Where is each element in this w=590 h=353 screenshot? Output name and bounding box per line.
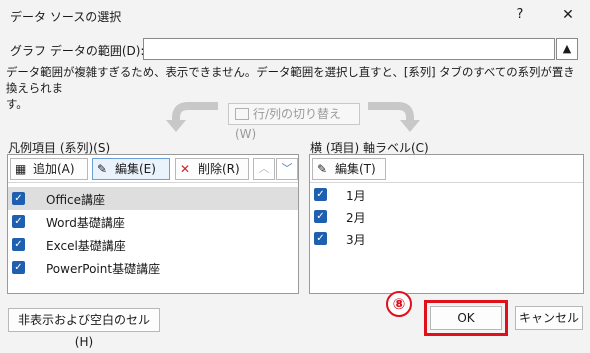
chevron-down-icon: ﹀ [281, 162, 293, 175]
series-toolbar: ▦ 追加(A) ✎ 編集(E) ✕ 削除(R) ︿ ﹀ [8, 155, 298, 183]
edit-series-button[interactable]: ✎ 編集(E) [92, 158, 170, 180]
add-icon: ▦ [15, 162, 27, 176]
edit-axis-label: 編集(T) [335, 162, 376, 176]
series-item[interactable]: ✓ PowerPoint基礎講座 [8, 256, 298, 279]
switch-left-arrow-icon [166, 102, 218, 132]
collapse-icon: ▲ [562, 42, 572, 55]
chevron-up-icon: ︿ [258, 162, 270, 175]
edit-series-label: 編集(E) [115, 162, 156, 176]
dialog-title: データ ソースの選択 [10, 10, 122, 24]
delete-icon: ✕ [180, 162, 191, 176]
add-series-button[interactable]: ▦ 追加(A) [10, 158, 88, 180]
cancel-button[interactable]: キャンセル [515, 306, 583, 330]
series-checkbox[interactable]: ✓ [12, 238, 25, 251]
close-button[interactable]: ✕ [556, 4, 580, 26]
collapse-dialog-button[interactable]: ▲ [556, 38, 578, 60]
switch-row-column-label: 行/列の切り替え(W) [235, 107, 342, 141]
add-series-label: 追加(A) [33, 162, 75, 176]
axis-item[interactable]: ✓ 2月 [310, 205, 583, 228]
axis-item[interactable]: ✓ 3月 [310, 227, 583, 250]
series-item[interactable]: ✓ Office講座 [8, 187, 298, 210]
axis-labels-panel: ✎ 編集(T) ✓ 1月 ✓ 2月 ✓ 3月 [309, 154, 584, 294]
edit-axis-button[interactable]: ✎ 編集(T) [312, 158, 386, 180]
series-item-label: PowerPoint基礎講座 [46, 262, 161, 276]
axis-item-label: 3月 [346, 233, 366, 247]
chart-data-range-input[interactable] [143, 38, 555, 60]
axis-checkbox[interactable]: ✓ [314, 188, 327, 201]
remove-series-label: 削除(R) [198, 162, 240, 176]
series-checkbox[interactable]: ✓ [12, 261, 25, 274]
series-item-label: Excel基礎講座 [46, 239, 126, 253]
legend-entries-panel: ▦ 追加(A) ✎ 編集(E) ✕ 削除(R) ︿ ﹀ ✓ Office講座 ✓ Wo… [7, 154, 299, 294]
edit-icon: ✎ [97, 162, 108, 176]
edit-icon: ✎ [317, 162, 328, 176]
series-checkbox[interactable]: ✓ [12, 192, 25, 205]
axis-checkbox[interactable]: ✓ [314, 232, 327, 245]
axis-toolbar: ✎ 編集(T) [310, 155, 583, 183]
hidden-empty-cells-button[interactable]: 非表示および空白のセル(H) [8, 308, 160, 349]
switch-row-column-button[interactable]: 行/列の切り替え(W) [228, 103, 360, 141]
series-item[interactable]: ✓ Word基礎講座 [8, 210, 298, 233]
axis-item[interactable]: ✓ 1月 [310, 183, 583, 206]
axis-item-label: 2月 [346, 211, 366, 225]
series-checkbox[interactable]: ✓ [12, 215, 25, 228]
remove-series-button[interactable]: ✕ 削除(R) [175, 158, 249, 180]
switch-right-arrow-icon [368, 102, 420, 132]
select-data-source-dialog: データ ソースの選択 ? ✕ グラフ データの範囲(D): ▲ データ範囲が複雑… [0, 0, 590, 349]
switch-row-column-icon [235, 108, 249, 120]
axis-checkbox[interactable]: ✓ [314, 210, 327, 223]
chart-data-range-label: グラフ データの範囲(D): [10, 44, 145, 58]
move-up-button[interactable]: ︿ [253, 158, 275, 180]
axis-item-label: 1月 [346, 189, 366, 203]
help-button[interactable]: ? [508, 4, 532, 26]
move-down-button[interactable]: ﹀ [276, 158, 298, 180]
series-item-label: Office講座 [46, 193, 106, 207]
title-bar: データ ソースの選択 ? ✕ [0, 0, 590, 30]
step-badge: ⑧ [386, 291, 412, 317]
series-item-label: Word基礎講座 [46, 216, 125, 230]
ok-button[interactable]: OK [430, 306, 502, 330]
series-item[interactable]: ✓ Excel基礎講座 [8, 233, 298, 256]
